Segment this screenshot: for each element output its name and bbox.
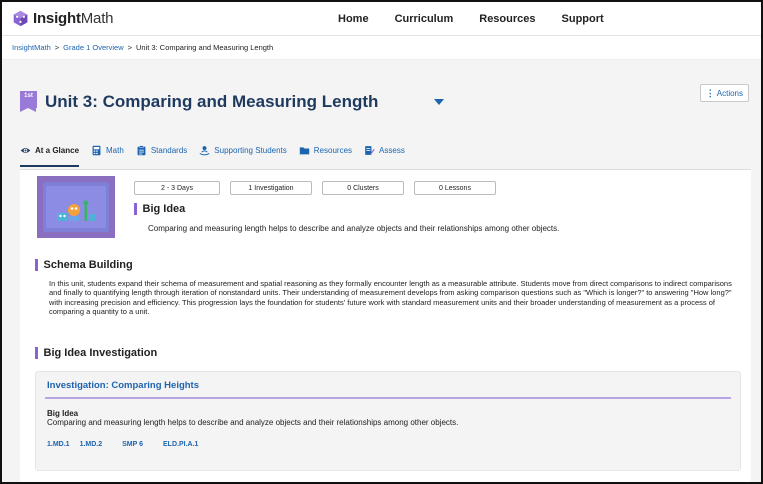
illustration-frame (43, 182, 109, 232)
schema-building-heading: Schema Building (35, 259, 133, 271)
standard-link[interactable]: 1.MD.2 (80, 441, 103, 448)
content-area: 1st Unit 3: Comparing and Measuring Leng… (2, 60, 761, 482)
actions-button[interactable]: ⋮ Actions (699, 84, 749, 102)
standard-link[interactable]: 1.MD.1 (47, 441, 70, 448)
breadcrumb-insightmath[interactable]: InsightMath (12, 43, 51, 52)
investigation-big-idea-text: Comparing and measuring length helps to … (47, 418, 459, 427)
big-idea-text: Comparing and measuring length helps to … (148, 224, 560, 233)
unit-header: 1st Unit 3: Comparing and Measuring Leng… (20, 84, 751, 114)
app-window: InsightMath Home Curriculum Resources Su… (0, 0, 763, 484)
unit-tabs: At a Glance Math Standards Supporting St… (20, 138, 417, 167)
page-title: Unit 3: Comparing and Measuring Length (45, 92, 379, 111)
investigation-title-link[interactable]: Investigation: Comparing Heights (47, 380, 199, 391)
calculator-icon (92, 145, 101, 155)
tab-at-a-glance[interactable]: At a Glance (20, 138, 80, 167)
standards-list: 1.MD.1 1.MD.2 SMP 6 ELD.PI.A.1 (47, 441, 208, 448)
breadcrumb: InsightMath > Grade 1 Overview > Unit 3:… (2, 36, 761, 60)
main-nav: Home Curriculum Resources Support (312, 13, 630, 25)
breadcrumb-grade-overview[interactable]: Grade 1 Overview (63, 43, 123, 52)
nav-support[interactable]: Support (562, 13, 604, 25)
breadcrumb-current: Unit 3: Comparing and Measuring Length (136, 43, 274, 52)
standard-link[interactable]: SMP 6 (122, 441, 143, 448)
investigation-big-idea-heading: Big Idea (47, 409, 79, 418)
tab-assess[interactable]: Assess (364, 138, 405, 162)
nav-home[interactable]: Home (338, 13, 369, 25)
folder-icon (299, 146, 309, 154)
lessons-count-badge: 0 Lessons (414, 181, 496, 195)
top-navigation-bar: InsightMath Home Curriculum Resources Su… (2, 2, 761, 36)
big-idea-investigation-heading: Big Idea Investigation (35, 347, 157, 359)
brand-logo[interactable]: InsightMath (12, 10, 312, 27)
nav-resources[interactable]: Resources (479, 13, 535, 25)
assessment-icon (365, 145, 375, 155)
person-hands-icon (200, 145, 210, 155)
clusters-count-badge: 0 Clusters (322, 181, 404, 195)
standard-link[interactable]: ELD.PI.A.1 (163, 441, 198, 448)
eye-icon (20, 147, 31, 153)
actions-label: Actions (716, 88, 743, 98)
nav-curriculum[interactable]: Curriculum (395, 13, 454, 25)
breadcrumb-separator: > (54, 43, 60, 52)
unit-dropdown-icon[interactable] (434, 99, 445, 105)
logo-cube-icon (13, 10, 28, 27)
tab-standards[interactable]: Standards (136, 138, 187, 162)
unit-thumbnail-image (37, 176, 115, 238)
at-a-glance-panel: 2 - 3 Days 1 Investigation 0 Clusters 0 … (20, 169, 751, 482)
breadcrumb-separator: > (127, 43, 133, 52)
investigation-count-badge: 1 Investigation (230, 181, 312, 195)
section-marker (35, 347, 38, 359)
brand-name: InsightMath (33, 10, 114, 27)
days-badge: 2 - 3 Days (134, 181, 220, 195)
characters-illustration (46, 186, 106, 228)
kebab-icon: ⋮ (705, 87, 715, 98)
section-marker (134, 203, 137, 215)
section-marker (35, 259, 38, 271)
tab-resources[interactable]: Resources (299, 138, 352, 162)
tab-supporting-students[interactable]: Supporting Students (199, 138, 287, 162)
grade-badge: 1st (20, 90, 37, 112)
divider (45, 397, 731, 399)
schema-building-text: In this unit, students expand their sche… (49, 279, 732, 316)
big-idea-heading: Big Idea (134, 203, 185, 215)
unit-summary-stats: 2 - 3 Days 1 Investigation 0 Clusters 0 … (134, 181, 496, 195)
clipboard-icon (137, 144, 146, 155)
investigation-card: Investigation: Comparing Heights Big Ide… (35, 371, 741, 471)
tab-math[interactable]: Math (91, 138, 124, 162)
